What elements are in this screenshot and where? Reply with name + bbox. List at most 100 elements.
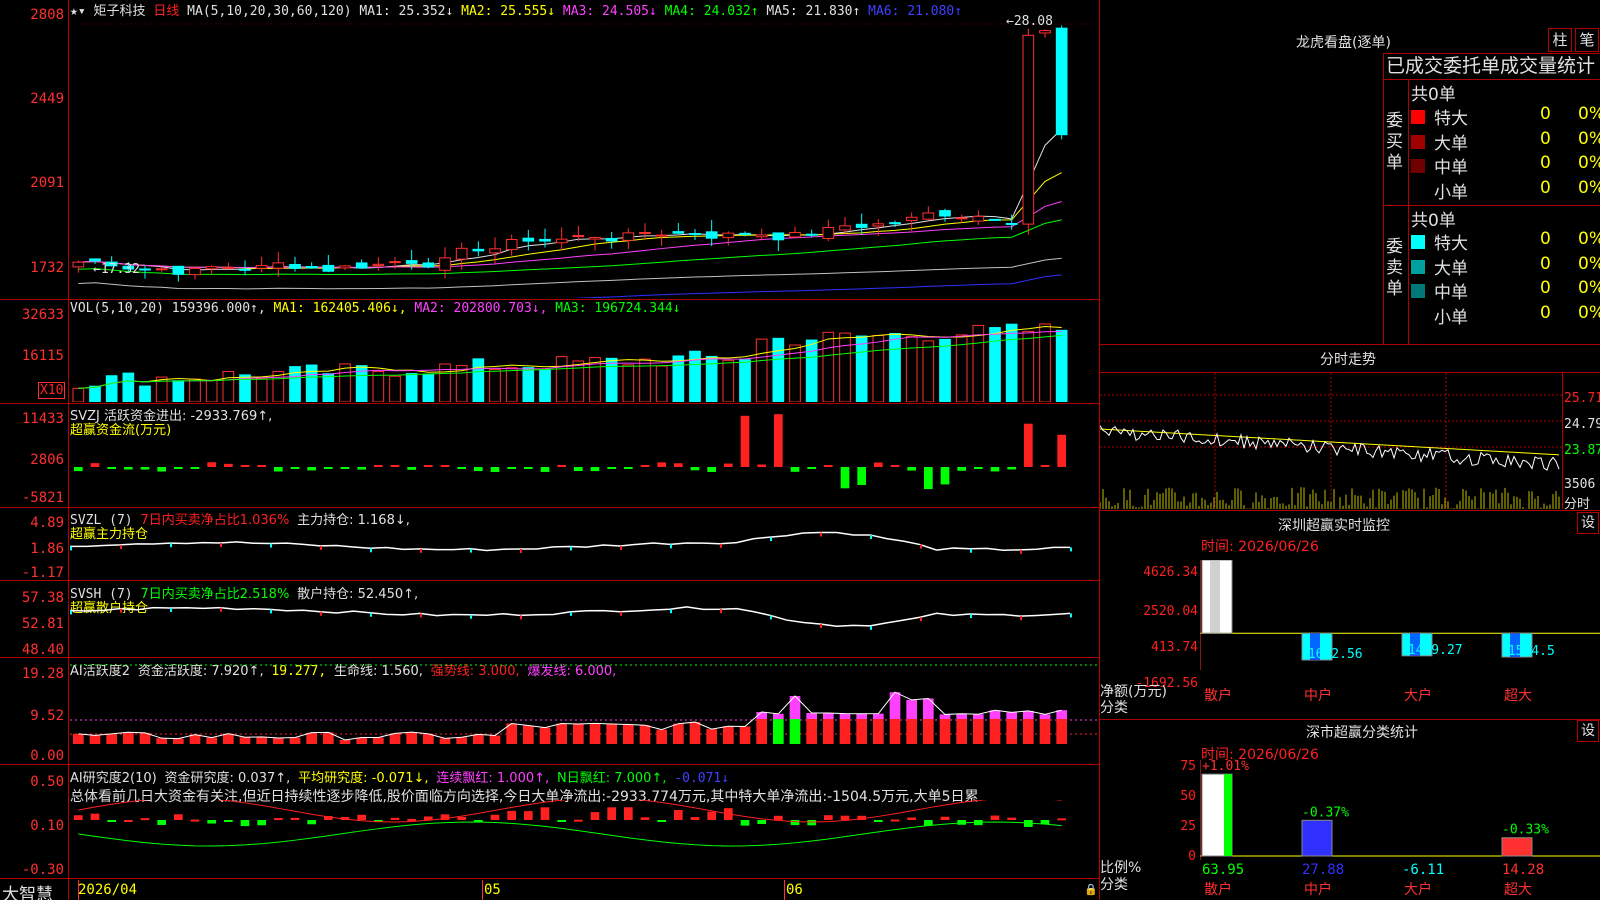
fund-flow-bar [357,467,366,470]
ai-research-consec: 连续飘红: 1.000↑, [436,771,550,786]
pane-divider [0,507,1100,508]
fund-flow-bar [790,467,800,472]
class-bar-value: 63.95 [1202,862,1244,878]
svsh-axis-label: 57.38 [21,590,64,606]
panel-divider [1100,510,1600,511]
fund-flow-bar [624,467,633,469]
sz-monitor-title: 深圳超赢实时监控 [1278,518,1390,534]
holding-tick [70,546,72,551]
volume-bar [305,364,318,402]
holding-tick [470,548,472,553]
ai-research-last: -0.071↓ [674,771,730,786]
candle-body [805,233,818,236]
monitor-category-label: 超大 [1504,688,1532,704]
candle-body [972,215,985,222]
candle-body [155,268,168,271]
candle-body [522,237,535,242]
fund-flow-bar [157,467,166,472]
date-tick [784,880,785,900]
candle-body [572,235,585,238]
holding-tick [720,609,722,614]
fund-flow-bar [90,463,100,467]
svzj-axis-label: 11433 [21,411,64,427]
vol-value: 159396.000↑, [171,301,266,316]
fund-flow-bar [424,465,433,467]
research-avg-line [78,821,1062,847]
lhb-header: 已成交委托单成交量统计 [1383,53,1600,80]
volume-bar [755,338,768,402]
order-count: 0 [1540,177,1551,198]
order-percent: 0% [1578,229,1600,249]
research-bar [657,820,666,822]
volume-bar [105,375,118,402]
pane-divider [0,764,1100,765]
price-axis-label: 1732 [30,260,64,276]
vol-header: VOL(5,10,20) 159396.000↑, MA1: 162405.40… [70,301,681,316]
research-bar [107,820,116,822]
activity-bar [989,719,1001,744]
candle-body [672,231,685,234]
fund-flow-bar [140,467,150,470]
fund-flow-bar [274,467,283,472]
activity-bar [906,719,917,744]
ai-research-avg: 平均研究度: -0.071↓, [298,771,429,786]
class-bar-delta: -0.37% [1302,805,1349,820]
research-bar [140,818,150,821]
activity-bar [656,729,667,744]
activity-bar [573,723,584,744]
fund-flow-bar [924,467,933,490]
fund-flow-bar [740,415,750,467]
sz-monitor-settings-button[interactable]: 设 [1577,512,1599,534]
holding-tick [620,545,622,550]
candle-body [272,262,285,269]
volume-bar [122,372,135,402]
sz-class-settings-button[interactable]: 设 [1577,720,1599,742]
holding-tick [270,543,272,548]
order-percent: 0% [1578,153,1600,173]
activity-bar [839,719,851,744]
lock-icon[interactable]: 🔒 [1084,883,1098,896]
holding-tick [1020,616,1022,621]
volume-bar [822,331,835,402]
bar-mode-button[interactable]: 柱 [1548,28,1572,52]
fund-flow-bar [757,464,766,467]
candle-body [89,258,101,262]
research-bar [190,819,200,822]
svsh-axis-label: 48.40 [21,642,64,658]
candle-body [439,257,451,271]
holding-tick [370,548,372,553]
pen-mode-button[interactable]: 笔 [1575,28,1599,52]
intraday-chart[interactable] [1100,373,1562,509]
svsh-chart [70,606,1072,630]
candle-body [305,266,318,269]
order-percent: 0% [1578,128,1600,149]
volume-bar [655,365,668,402]
date-label: 05 [484,882,501,898]
candle-body [172,265,185,275]
volume-bar [539,369,551,402]
fund-flow-bar [574,467,583,472]
svzl-chart [70,531,1072,554]
activity-bar [1056,719,1067,744]
candle-body [655,234,668,237]
svzj-axis-label: 2806 [30,452,64,468]
candlestick-chart[interactable] [70,14,1098,298]
fund-flow-bar [107,467,116,469]
vol-ma3: MA3: 196724.344↓ [555,301,681,316]
activity-bar [473,734,484,744]
holding-tick [170,607,172,612]
candle-body [72,261,85,268]
ai-research-value: 资金研究度: 0.037↑, [164,771,291,786]
ai-research-axis-label: -0.30 [21,862,64,878]
ai-research-chart [74,800,1066,847]
date-label: 06 [786,882,803,898]
activity-bar [123,732,134,744]
activity-bar [556,723,567,744]
sz-class-axis-label: 25 [1180,819,1196,834]
ai-activity-axis-label: 19.28 [21,666,64,682]
activity-bar [389,733,401,744]
ai-research-nday: N日飘红: 7.000↑, [556,771,667,786]
monitor-bar-shade [1210,560,1220,634]
volume-bar [205,379,218,402]
holding-tick [920,617,922,622]
